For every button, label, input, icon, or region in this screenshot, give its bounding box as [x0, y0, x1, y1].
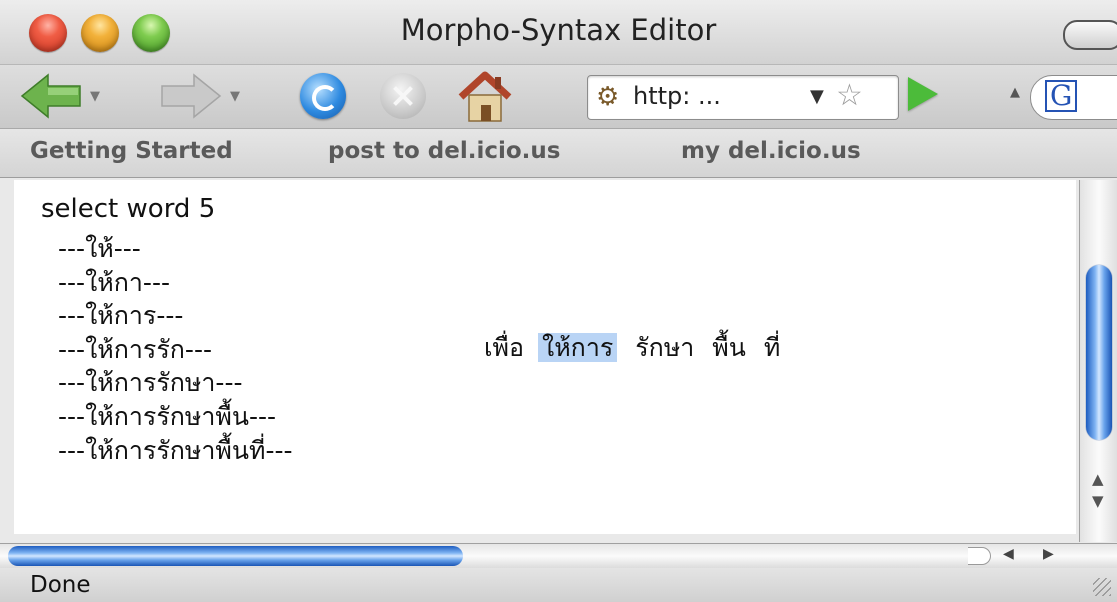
scroll-right-arrow-icon[interactable]: ▶ [1043, 546, 1054, 562]
toolbar-toggle-button[interactable] [1063, 20, 1117, 50]
word-candidate[interactable]: ---ให้กา--- [58, 266, 293, 300]
sentence-token[interactable]: รักษา [635, 333, 694, 362]
back-button[interactable]: ▼ [18, 71, 100, 121]
navigation-toolbar: ▼ ▼ ⚙ http: ... ▼ ☆ ▲ G [0, 65, 1117, 129]
url-text[interactable]: http: ... [633, 82, 721, 110]
go-button[interactable] [908, 77, 938, 111]
bookmark-post-to-delicious[interactable]: post to del.icio.us [328, 138, 560, 164]
scroll-up-arrow-icon[interactable]: ▲ [1092, 470, 1104, 488]
sentence-token[interactable]: เพื่อ [484, 333, 524, 362]
resize-grip-icon[interactable] [1093, 578, 1111, 596]
bookmarks-bar: Getting Started post to del.icio.us my d… [0, 129, 1117, 178]
horizontal-scroll-thumb[interactable] [8, 546, 463, 566]
bookmark-getting-started[interactable]: Getting Started [30, 138, 233, 164]
site-favicon-icon: ⚙ [596, 82, 620, 112]
word-candidate-list: ---ให้--- ---ให้กา--- ---ให้การ--- ---ให… [58, 232, 293, 467]
scroll-down-arrow-icon[interactable]: ▼ [1092, 492, 1104, 510]
stop-button[interactable] [380, 73, 426, 119]
forward-button[interactable]: ▼ [158, 71, 240, 121]
window-title: Morpho-Syntax Editor [400, 13, 717, 47]
address-bar[interactable]: ⚙ http: ... ▼ ☆ [587, 75, 899, 120]
status-text: Done [30, 572, 91, 598]
word-candidate[interactable]: ---ให้การรักษาพื้นที่--- [58, 434, 293, 468]
reload-button[interactable] [300, 73, 346, 119]
word-candidate[interactable]: ---ให้การรักษา--- [58, 366, 293, 400]
vertical-scroll-thumb[interactable] [1086, 265, 1112, 440]
word-candidate[interactable]: ---ให้การรัก--- [58, 333, 293, 367]
browser-window: Morpho-Syntax Editor ▼ ▼ ⚙ http: ... ▼ ☆… [0, 0, 1117, 602]
sentence-token[interactable]: พื้น [712, 333, 746, 362]
search-box[interactable]: G [1030, 75, 1117, 120]
title-bar: Morpho-Syntax Editor [0, 0, 1117, 65]
page-content: select word 5 ---ให้--- ---ให้กา--- ---ใ… [14, 180, 1076, 534]
sentence-token-selected[interactable]: ให้การ [538, 333, 618, 362]
page-heading: select word 5 [41, 194, 216, 224]
url-history-dropdown-icon[interactable]: ▼ [810, 86, 824, 107]
back-arrow-icon [20, 73, 81, 119]
home-button[interactable] [455, 71, 515, 127]
search-engine-dropdown-icon[interactable]: ▲ [1010, 85, 1020, 100]
home-icon [458, 71, 512, 122]
forward-history-dropdown-icon[interactable]: ▼ [230, 89, 240, 104]
status-bar: Done [0, 568, 1117, 602]
word-candidate[interactable]: ---ให้--- [58, 232, 293, 266]
bookmark-my-delicious[interactable]: my del.icio.us [681, 138, 861, 164]
horizontal-scrollbar[interactable]: ◀ ▶ [0, 543, 1117, 569]
vertical-scrollbar[interactable]: ▲ ▼ [1079, 180, 1117, 542]
word-candidate[interactable]: ---ให้การ--- [58, 299, 293, 333]
back-history-dropdown-icon[interactable]: ▼ [90, 89, 100, 104]
scroll-left-arrow-icon[interactable]: ◀ [1003, 546, 1014, 562]
forward-arrow-icon [161, 73, 222, 119]
segmented-sentence: เพื่อ ให้การ รักษา พื้น ที่ [484, 328, 790, 368]
search-engine-icon: G [1045, 80, 1078, 112]
sentence-token[interactable]: ที่ [764, 333, 780, 362]
horizontal-track-end [968, 547, 991, 565]
bookmark-star-icon[interactable]: ☆ [836, 78, 863, 113]
word-candidate[interactable]: ---ให้การรักษาพื้น--- [58, 400, 293, 434]
